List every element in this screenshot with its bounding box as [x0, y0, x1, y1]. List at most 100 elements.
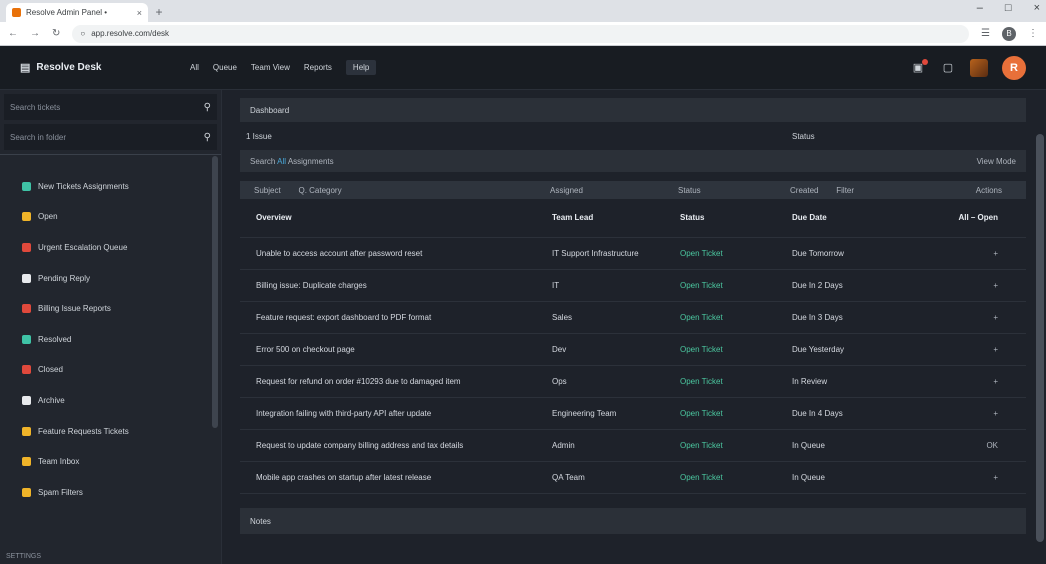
sidebar-search-folder[interactable]: Search in folder ⚲	[4, 124, 217, 150]
filter-highlight[interactable]: All	[277, 157, 286, 166]
nav-queue[interactable]: Queue	[213, 63, 237, 72]
profile-avatar[interactable]: B	[1002, 26, 1016, 41]
address-bar[interactable]: ○ app.resolve.com/desk	[72, 24, 970, 43]
summary-action[interactable]: All – Open	[904, 199, 1026, 238]
back-icon[interactable]: ←	[8, 28, 18, 39]
sidebar-item[interactable]: Billing Issue Reports	[22, 293, 221, 324]
maximize-button[interactable]: □	[1005, 2, 1012, 14]
column-subject-label: Subject	[254, 185, 281, 195]
ticket-due: In Queue	[776, 429, 904, 462]
main-scrollbar[interactable]	[1036, 134, 1044, 542]
extensions-icon[interactable]: ☰	[981, 28, 990, 39]
folder-icon	[22, 334, 31, 344]
forward-icon[interactable]: →	[30, 28, 40, 39]
search-icon[interactable]: ⚲	[204, 102, 211, 113]
user-avatar[interactable]: R	[1002, 55, 1026, 80]
sidebar-item-label: Open	[38, 212, 58, 222]
sidebar-item[interactable]: Closed	[22, 355, 221, 386]
summary-assignee: Team Lead	[536, 199, 664, 238]
ticket-action-button[interactable]: +	[904, 461, 1026, 494]
sidebar-item[interactable]: Resolved	[22, 324, 221, 355]
sidebar-item[interactable]: Open	[22, 202, 221, 233]
browser-toolbar: ← → ↻ ○ app.resolve.com/desk ☰ B ⋮	[0, 22, 1046, 46]
column-subject[interactable]: Subject Q. Category	[240, 181, 536, 199]
ticket-due: Due In 4 Days	[776, 397, 904, 430]
ticket-action-button[interactable]: +	[904, 269, 1026, 302]
column-created[interactable]: Created Filter	[776, 181, 904, 199]
folder-icon	[22, 273, 31, 283]
url-text: app.resolve.com/desk	[91, 29, 170, 38]
table-row[interactable]: Request to update company billing addres…	[240, 429, 1026, 462]
ticket-due: In Review	[776, 365, 904, 398]
column-assigned[interactable]: Assigned	[536, 181, 664, 199]
ticket-action-button[interactable]: +	[904, 365, 1026, 398]
panel-header: Dashboard	[240, 98, 1026, 122]
sidebar-item-label: New Tickets Assignments	[38, 181, 129, 191]
sidebar-item[interactable]: Urgent Escalation Queue	[22, 232, 221, 263]
nav-help[interactable]: Help	[345, 60, 377, 75]
folder-icon	[22, 487, 31, 497]
ticket-due: Due Yesterday	[776, 333, 904, 366]
ticket-action-button[interactable]: +	[904, 237, 1026, 270]
sidebar-item-label: Resolved	[38, 334, 72, 344]
sidebar-search-tickets[interactable]: Search tickets ⚲	[4, 94, 217, 120]
sidebar-item-label: Closed	[38, 365, 63, 375]
table-row[interactable]: Mobile app crashes on startup after late…	[240, 461, 1026, 494]
team-avatar[interactable]	[970, 58, 988, 77]
messages-icon[interactable]: ▢	[940, 60, 956, 76]
column-status[interactable]: Status	[664, 181, 776, 199]
table-row[interactable]: Integration failing with third-party API…	[240, 397, 1026, 430]
ticket-due: Due In 2 Days	[776, 269, 904, 302]
table-row[interactable]: Billing issue: Duplicate charges IT Open T…	[240, 269, 1026, 302]
ticket-assignee: IT	[536, 269, 664, 302]
minimize-button[interactable]: –	[977, 2, 983, 14]
sidebar-item[interactable]: New Tickets Assignments	[22, 171, 221, 202]
browser-tab[interactable]: Resolve Admin Panel • ×	[6, 3, 148, 22]
nav-team-view[interactable]: Team View	[251, 63, 290, 72]
sidebar-scrollbar[interactable]	[212, 156, 218, 428]
table-row[interactable]: Error 500 on checkout page Dev Open Ticket…	[240, 333, 1026, 366]
new-tab-button[interactable]: +	[150, 3, 168, 21]
sidebar-item[interactable]: Spam Filters	[22, 477, 221, 508]
sidebar-item[interactable]: Pending Reply	[22, 263, 221, 294]
sidebar: Search tickets ⚲ Search in folder ⚲ New …	[0, 90, 222, 564]
folder-icon	[22, 426, 31, 436]
table-row[interactable]: Request for refund on order #10293 due t…	[240, 365, 1026, 398]
sidebar-item[interactable]: Team Inbox	[22, 446, 221, 477]
tab-close-icon[interactable]: ×	[137, 8, 142, 18]
nav-all[interactable]: All	[190, 63, 199, 72]
filter-prefix: Search	[250, 156, 276, 166]
ticket-status: Open Ticket	[664, 333, 776, 366]
sidebar-item[interactable]: Feature Requests Tickets	[22, 416, 221, 447]
sidebar-item-label: Urgent Escalation Queue	[38, 242, 128, 252]
folder-icon	[22, 395, 31, 405]
table-header-row: Subject Q. Category Assigned Status Crea…	[240, 181, 1026, 199]
sidebar-footer[interactable]: SETTINGS	[6, 553, 41, 560]
close-window-button[interactable]: ×	[1034, 2, 1040, 14]
browser-menu-icon[interactable]: ⋮	[1028, 28, 1038, 39]
view-mode-toggle[interactable]: View Mode	[977, 157, 1016, 166]
site-info-icon[interactable]: ○	[80, 29, 85, 38]
ticket-action-button[interactable]: OK	[904, 429, 1026, 462]
column-filter-label: Filter	[836, 185, 855, 195]
ticket-subject: Request for refund on order #10293 due t…	[240, 365, 536, 398]
search-icon[interactable]: ⚲	[204, 132, 211, 143]
sidebar-item[interactable]: Archive	[22, 385, 221, 416]
table-row[interactable]: Feature request: export dashboard to PDF…	[240, 301, 1026, 334]
column-category-label: Q. Category	[298, 185, 342, 195]
reload-icon[interactable]: ↻	[52, 28, 60, 39]
ticket-due: Due Tomorrow	[776, 237, 904, 270]
brand[interactable]: ▤ Resolve Desk	[20, 61, 190, 74]
ticket-action-button[interactable]: +	[904, 301, 1026, 334]
ticket-due: In Queue	[776, 461, 904, 494]
notifications-icon[interactable]: ▣	[910, 58, 928, 76]
ticket-action-button[interactable]: +	[904, 397, 1026, 430]
ticket-action-button[interactable]: +	[904, 333, 1026, 366]
filter-bar[interactable]: Search All Assignments View Mode	[240, 150, 1026, 172]
ticket-due: Due In 3 Days	[776, 301, 904, 334]
column-actions[interactable]: Actions	[904, 181, 1026, 199]
notes-label[interactable]: Notes	[250, 517, 271, 526]
table-row[interactable]: Unable to access account after password …	[240, 237, 1026, 270]
nav-reports[interactable]: Reports	[304, 63, 332, 72]
summary-subject: Overview	[240, 199, 536, 238]
